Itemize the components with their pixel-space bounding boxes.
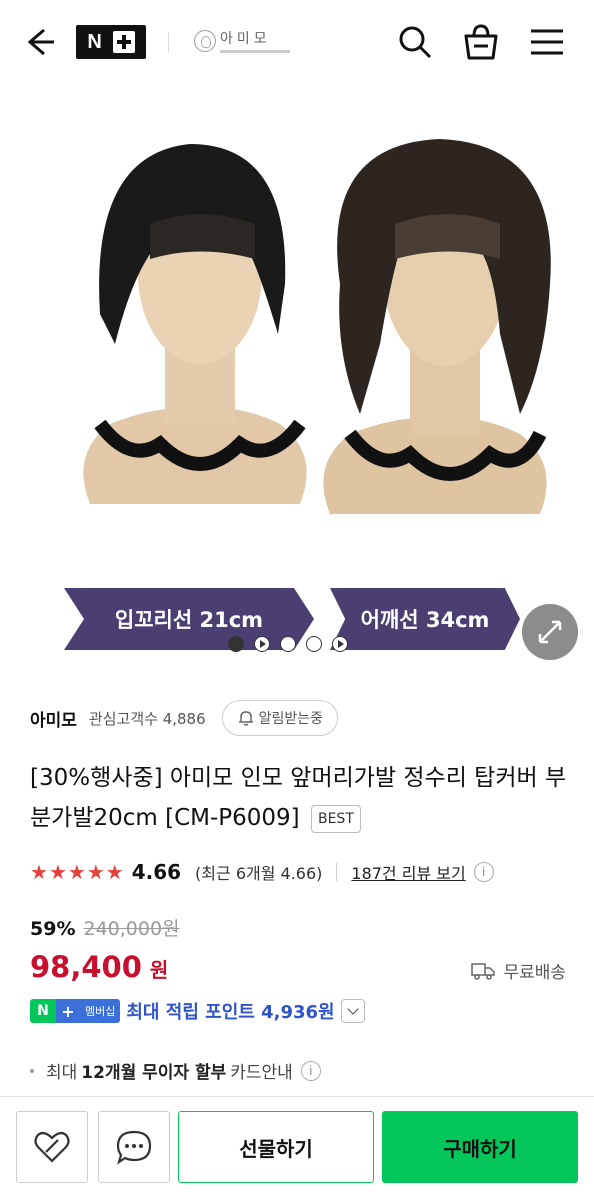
- reviews-link[interactable]: 187건 리뷰 보기: [351, 860, 465, 884]
- buy-button[interactable]: 구매하기: [382, 1111, 578, 1183]
- wishlist-button[interactable]: [16, 1111, 88, 1183]
- discount-rate: 59%: [30, 918, 76, 940]
- header-divider: [168, 32, 169, 52]
- bottom-action-bar: 선물하기 구매하기: [0, 1096, 594, 1200]
- talk-button[interactable]: [98, 1111, 170, 1183]
- shipping-info: 무료배송: [471, 958, 566, 983]
- gallery-dot[interactable]: [228, 636, 244, 652]
- nbadge-letter: N: [30, 999, 56, 1023]
- best-badge: BEST: [310, 804, 361, 833]
- truck-icon: [471, 962, 496, 980]
- seller-row: 아미모 관심고객수 4,886 알림받는중: [30, 700, 339, 736]
- brand-seal-icon: [194, 29, 216, 52]
- product-title: [30%행사중] 아미모 인모 앞머리가발 정수리 탑커버 부분가발20cm […: [30, 758, 570, 838]
- nplus-letter: N: [87, 30, 102, 53]
- star-icon: ★: [67, 860, 86, 884]
- membership-label: 멤버십: [80, 999, 121, 1023]
- info-icon[interactable]: i: [473, 862, 494, 882]
- brand-logo[interactable]: 아미모: [194, 28, 290, 53]
- star-icon: ★: [30, 860, 48, 884]
- back-arrow-icon[interactable]: [22, 24, 58, 60]
- heart-icon: [34, 1131, 70, 1163]
- original-price: 240,000원: [83, 918, 180, 940]
- product-title-text: [30%행사중] 아미모 인모 앞머리가발 정수리 탑커버 부분가발20cm […: [30, 765, 567, 831]
- gallery-dot[interactable]: [306, 636, 322, 652]
- alarm-button[interactable]: 알림받는중: [221, 700, 339, 736]
- card-guide: 카드안내: [230, 1063, 293, 1083]
- shipping-label: 무료배송: [503, 963, 566, 983]
- star-icon: ★: [105, 860, 124, 884]
- sale-price: 98,400: [30, 950, 142, 984]
- expand-icon[interactable]: [522, 604, 578, 660]
- menu-icon[interactable]: [528, 22, 566, 62]
- rating-stars: ★ ★ ★ ★ ★: [30, 860, 124, 884]
- length-label-right: 어깨선 34cm: [330, 588, 520, 650]
- product-image-gallery[interactable]: 입꼬리선 21cm 어깨선 34cm: [0, 84, 594, 670]
- max-points: 최대 적립 포인트 4,936원: [126, 1002, 335, 1023]
- plus-icon: [112, 31, 135, 53]
- gift-button[interactable]: 선물하기: [178, 1111, 374, 1183]
- bullet-icon: [30, 1068, 34, 1073]
- card-prefix: 최대: [46, 1063, 78, 1083]
- card-installment: 12개월 무이자 할부: [81, 1063, 227, 1083]
- product-photo: [83, 139, 551, 514]
- membership-badge: N + 멤버십: [30, 999, 121, 1023]
- discount-row: 59% 240,000원: [30, 914, 180, 941]
- gallery-dot[interactable]: [280, 636, 296, 652]
- alarm-label: 알림받는중: [258, 711, 324, 727]
- brand-logo-subline: [220, 50, 290, 53]
- card-installment-row[interactable]: 최대 12개월 무이자 할부 카드안내 i: [30, 1058, 321, 1083]
- chat-bubble-icon: [116, 1130, 152, 1165]
- shopping-bag-icon[interactable]: [462, 22, 500, 62]
- naver-plus-logo[interactable]: N: [76, 25, 146, 59]
- search-icon[interactable]: [396, 22, 434, 62]
- brand-logo-name: 아미모: [220, 31, 271, 47]
- rating-row: ★ ★ ★ ★ ★ 4.66 (최근 6개월 4.66) 187건 리뷰 보기 i: [30, 860, 494, 884]
- plus-icon: +: [56, 999, 80, 1023]
- gallery-dot-video[interactable]: [332, 636, 348, 652]
- info-icon[interactable]: i: [300, 1060, 321, 1081]
- recent-rating: (최근 6개월 4.66): [195, 864, 323, 883]
- top-header: N 아미모: [0, 0, 594, 84]
- rating-score: 4.66: [131, 860, 182, 884]
- star-icon: ★: [86, 860, 105, 884]
- seller-name[interactable]: 아미모: [30, 706, 77, 731]
- points-row[interactable]: N + 멤버십 최대 적립 포인트 4,936원: [30, 998, 365, 1024]
- chevron-down-icon[interactable]: [340, 999, 365, 1023]
- bell-icon: [238, 711, 253, 726]
- star-icon: ★: [48, 860, 67, 884]
- gallery-pagination: [228, 636, 348, 652]
- price-row: 98,400 원: [30, 950, 168, 984]
- gallery-dot-video[interactable]: [254, 636, 270, 652]
- rating-divider: [336, 863, 338, 881]
- currency: 원: [149, 958, 169, 982]
- fans-count: 관심고객수 4,886: [88, 709, 206, 728]
